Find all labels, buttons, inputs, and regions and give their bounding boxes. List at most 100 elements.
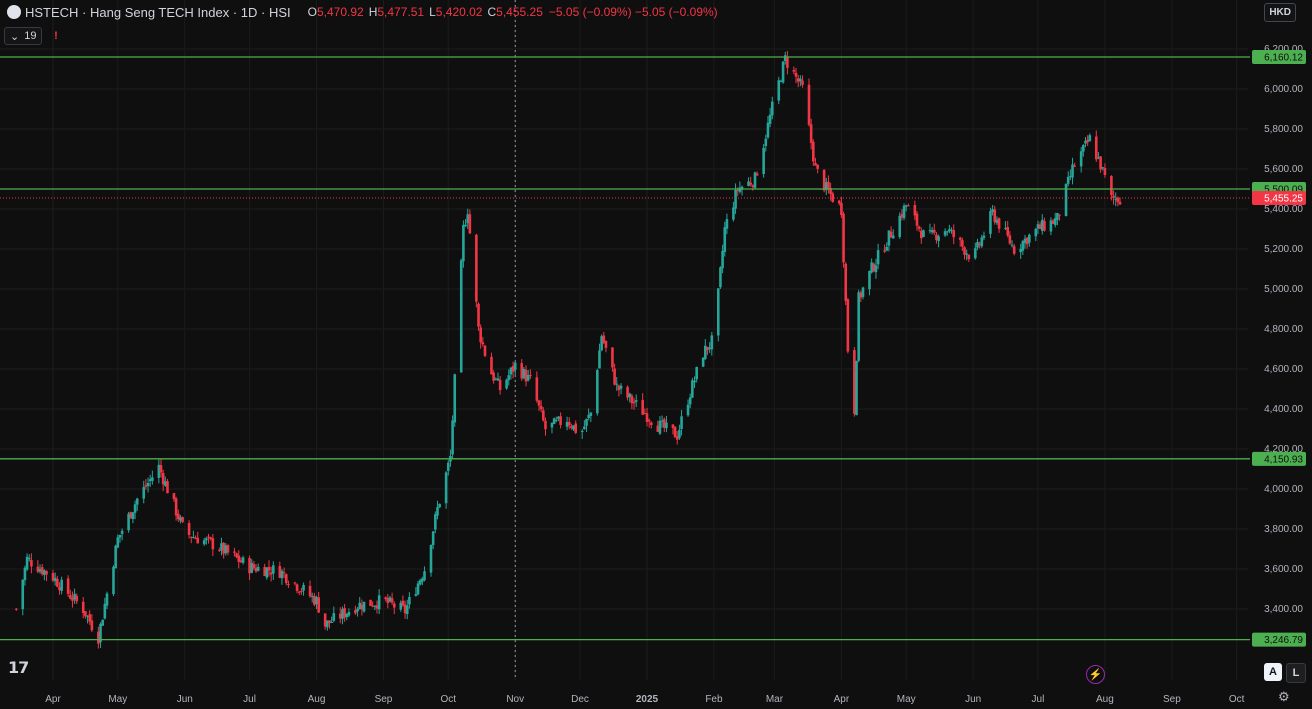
candle-body bbox=[192, 537, 195, 539]
candle-body bbox=[282, 572, 286, 574]
candle-body bbox=[330, 621, 333, 623]
alert-icon[interactable]: ! bbox=[48, 29, 63, 44]
indicators-toggle-button[interactable]: ⌄ 19 bbox=[4, 27, 43, 45]
candle-body bbox=[997, 218, 1001, 229]
candle-body bbox=[794, 72, 798, 77]
candle-body bbox=[537, 400, 541, 406]
candle-body bbox=[438, 503, 441, 508]
candle-body bbox=[952, 230, 956, 238]
price-tick-label: 5,400.00 bbox=[1264, 204, 1303, 215]
candle-body bbox=[459, 260, 463, 373]
level-price-tag: 4,150.93 bbox=[1264, 454, 1303, 465]
candle-body bbox=[554, 419, 558, 421]
candle-body bbox=[112, 566, 115, 595]
last-price-tag: 5,455.25 bbox=[1264, 193, 1303, 204]
time-tick-label: Nov bbox=[506, 694, 524, 705]
candle-body bbox=[567, 421, 571, 426]
indicator-count: 19 bbox=[24, 30, 37, 42]
candle-body bbox=[21, 579, 25, 610]
candlestick-chart[interactable]: 3,400.003,600.003,800.004,000.004,200.00… bbox=[0, 0, 1312, 709]
candle-body bbox=[14, 608, 18, 610]
candle-body bbox=[611, 347, 614, 368]
candle-body bbox=[902, 205, 906, 219]
candle-body bbox=[347, 612, 351, 616]
price-axis[interactable]: 3,400.003,600.003,800.004,000.004,200.00… bbox=[1264, 44, 1303, 615]
candle-body bbox=[174, 498, 178, 516]
candle-body bbox=[693, 380, 696, 383]
time-tick-label: Jun bbox=[177, 694, 193, 705]
time-tick-label: Aug bbox=[1096, 694, 1114, 705]
candle-body bbox=[641, 400, 644, 415]
candle-body bbox=[142, 487, 146, 499]
chevron-down-icon: ⌄ bbox=[10, 30, 20, 43]
candle-body bbox=[233, 551, 236, 553]
time-tick-label: May bbox=[108, 694, 127, 705]
candle-body bbox=[66, 578, 70, 594]
candle-body bbox=[786, 56, 789, 68]
candle-body bbox=[1082, 145, 1085, 152]
candle-body bbox=[958, 237, 962, 240]
candle-body bbox=[202, 540, 206, 545]
candle-body bbox=[477, 303, 480, 327]
candle-body bbox=[1058, 214, 1061, 216]
candle-body bbox=[390, 598, 394, 603]
candle-body bbox=[680, 416, 683, 429]
candle-body bbox=[749, 182, 752, 185]
time-tick-label: Sep bbox=[375, 694, 393, 705]
time-tick-label: Feb bbox=[705, 694, 723, 705]
candle-body bbox=[429, 545, 433, 573]
symbol-legend: HSTECH · Hang Seng TECH Index · 1D · HSI… bbox=[0, 0, 1240, 24]
tradingview-logo-icon[interactable]: 𝟭𝟳 bbox=[8, 658, 29, 678]
price-tick-label: 5,000.00 bbox=[1264, 284, 1303, 295]
currency-button[interactable]: HKD bbox=[1264, 3, 1296, 22]
candle-body bbox=[710, 335, 714, 350]
candle-body bbox=[23, 567, 27, 581]
time-tick-label: Aug bbox=[308, 694, 326, 705]
candle-body bbox=[552, 418, 556, 425]
candle-body bbox=[719, 267, 722, 288]
time-tick-label: Jun bbox=[965, 694, 981, 705]
symbol-title[interactable]: HSTECH · Hang Seng TECH Index · 1D · HSI bbox=[25, 5, 291, 20]
symbol-logo-icon[interactable] bbox=[7, 5, 21, 19]
candle-body bbox=[308, 585, 312, 597]
price-tick-label: 5,600.00 bbox=[1264, 164, 1303, 175]
candle-body bbox=[976, 242, 979, 248]
candle-body bbox=[317, 597, 320, 613]
price-tick-label: 6,000.00 bbox=[1264, 84, 1303, 95]
candle-body bbox=[725, 219, 729, 229]
candle-body bbox=[542, 410, 545, 421]
candle-body bbox=[453, 374, 457, 423]
candle-body bbox=[1094, 136, 1098, 160]
time-tick-label: Apr bbox=[45, 694, 61, 705]
candle-body bbox=[280, 570, 284, 579]
time-tick-label: Oct bbox=[1229, 694, 1245, 705]
gear-icon[interactable]: ⚙ bbox=[1278, 689, 1290, 705]
candle-body bbox=[974, 248, 977, 259]
candle-body bbox=[118, 534, 122, 538]
candle-body bbox=[721, 250, 724, 269]
candle-body bbox=[105, 593, 109, 606]
time-tick-label: May bbox=[897, 694, 916, 705]
log-scale-button[interactable]: L bbox=[1286, 663, 1306, 683]
candle-body bbox=[481, 342, 485, 345]
price-tick-label: 4,800.00 bbox=[1264, 324, 1303, 335]
candle-body bbox=[434, 514, 437, 530]
candle-body bbox=[196, 537, 200, 544]
change-value: −5.05 (−0.09%) −5.05 (−0.09%) bbox=[548, 5, 718, 19]
candle-body bbox=[809, 124, 813, 143]
candle-body bbox=[801, 80, 804, 85]
candle-body bbox=[1073, 165, 1076, 167]
candle-body bbox=[159, 465, 163, 473]
auto-scale-button[interactable]: A bbox=[1264, 663, 1282, 681]
time-tick-label: Dec bbox=[571, 694, 589, 705]
candle-body bbox=[807, 84, 811, 125]
level-price-tag: 3,246.79 bbox=[1264, 635, 1303, 646]
lightning-icon[interactable]: ⚡ bbox=[1086, 665, 1105, 684]
candle-body bbox=[840, 202, 843, 216]
candle-body bbox=[598, 350, 601, 369]
time-tick-label: Jul bbox=[243, 694, 256, 705]
candle-body bbox=[84, 611, 87, 617]
candle-body bbox=[27, 558, 31, 560]
candle-body bbox=[1088, 135, 1092, 142]
time-tick-label: Jul bbox=[1032, 694, 1045, 705]
